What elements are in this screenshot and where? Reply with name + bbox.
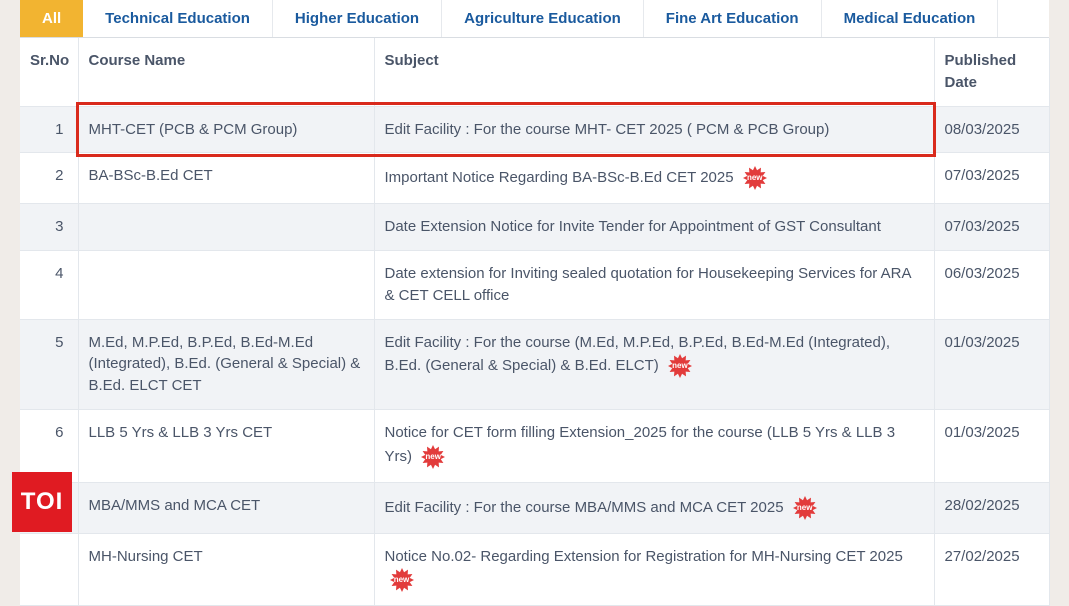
cell-sr: 4 <box>20 251 78 320</box>
cell-sr: 5 <box>20 319 78 409</box>
cell-date: 27/02/2025 <box>934 533 1049 606</box>
cell-date: 07/03/2025 <box>934 204 1049 251</box>
table-row[interactable]: MBA/MMS and MCA CET Edit Facility : For t… <box>20 482 1049 533</box>
col-course: Course Name <box>78 38 374 106</box>
table-row[interactable]: 3 Date Extension Notice for Invite Tender… <box>20 204 1049 251</box>
main-panel: AllTechnical EducationHigher EducationAg… <box>20 0 1049 606</box>
tab-agriculture-education[interactable]: Agriculture Education <box>442 0 644 37</box>
col-subject: Subject <box>374 38 934 106</box>
table-header-row: Sr.No Course Name Subject Published Date <box>20 38 1049 106</box>
new-icon: new <box>667 353 693 379</box>
subject-text: Edit Facility : For the course MBA/MMS a… <box>385 498 788 515</box>
table-wrap: Sr.No Course Name Subject Published Date… <box>20 38 1049 606</box>
subject-text: Edit Facility : For the course MHT- CET … <box>385 121 830 138</box>
tab-all[interactable]: All <box>20 0 83 37</box>
cell-subject: Date Extension Notice for Invite Tender … <box>374 204 934 251</box>
table-row[interactable]: 6LLB 5 Yrs & LLB 3 Yrs CETNotice for CET… <box>20 409 1049 482</box>
subject-text: Date extension for Inviting sealed quota… <box>385 265 911 304</box>
cell-subject: Edit Facility : For the course (M.Ed, M.… <box>374 319 934 409</box>
cell-course: LLB 5 Yrs & LLB 3 Yrs CET <box>78 409 374 482</box>
cell-subject: Edit Facility : For the course MHT- CET … <box>374 106 934 153</box>
table-row[interactable]: 4 Date extension for Inviting sealed quot… <box>20 251 1049 320</box>
cell-subject: Important Notice Regarding BA-BSc-B.Ed C… <box>374 153 934 204</box>
cell-subject: Date extension for Inviting sealed quota… <box>374 251 934 320</box>
subject-text: Notice No.02- Regarding Extension for Re… <box>385 548 903 565</box>
cell-date: 28/02/2025 <box>934 482 1049 533</box>
cell-sr: 1 <box>20 106 78 153</box>
tab-bar: AllTechnical EducationHigher EducationAg… <box>20 0 1049 38</box>
cell-course: MHT-CET (PCB & PCM Group) <box>78 106 374 153</box>
col-date: Published Date <box>934 38 1049 106</box>
cell-subject: Notice No.02- Regarding Extension for Re… <box>374 533 934 606</box>
cell-subject: Notice for CET form filling Extension_20… <box>374 409 934 482</box>
table-row[interactable]: 1MHT-CET (PCB & PCM Group) Edit Facility … <box>20 106 1049 153</box>
subject-text: Important Notice Regarding BA-BSc-B.Ed C… <box>385 169 738 186</box>
notices-table: Sr.No Course Name Subject Published Date… <box>20 38 1050 606</box>
col-sr: Sr.No <box>20 38 78 106</box>
tab-higher-education[interactable]: Higher Education <box>273 0 442 37</box>
toi-logo-text: TOI <box>21 488 64 516</box>
cell-course: MH-Nursing CET <box>78 533 374 606</box>
new-icon: new <box>420 444 446 470</box>
cell-date: 07/03/2025 <box>934 153 1049 204</box>
tab-medical-education[interactable]: Medical Education <box>822 0 999 37</box>
subject-text: Edit Facility : For the course (M.Ed, M.… <box>385 334 890 375</box>
cell-date: 01/03/2025 <box>934 319 1049 409</box>
new-icon: new <box>389 567 415 593</box>
cell-date: 08/03/2025 <box>934 106 1049 153</box>
cell-date: 01/03/2025 <box>934 409 1049 482</box>
tab-fine-art-education[interactable]: Fine Art Education <box>644 0 822 37</box>
cell-date: 06/03/2025 <box>934 251 1049 320</box>
cell-course <box>78 251 374 320</box>
tab-technical-education[interactable]: Technical Education <box>83 0 273 37</box>
cell-course: M.Ed, M.P.Ed, B.P.Ed, B.Ed-M.Ed (Integra… <box>78 319 374 409</box>
table-row[interactable]: 5M.Ed, M.P.Ed, B.P.Ed, B.Ed-M.Ed (Integr… <box>20 319 1049 409</box>
cell-sr: 3 <box>20 204 78 251</box>
toi-logo: TOI <box>12 472 72 532</box>
new-icon: new <box>792 495 818 521</box>
cell-sr <box>20 533 78 606</box>
table-row[interactable]: MH-Nursing CET Notice No.02- Regarding Ex… <box>20 533 1049 606</box>
cell-course: MBA/MMS and MCA CET <box>78 482 374 533</box>
cell-course: BA-BSc-B.Ed CET <box>78 153 374 204</box>
cell-subject: Edit Facility : For the course MBA/MMS a… <box>374 482 934 533</box>
cell-course <box>78 204 374 251</box>
cell-sr: 2 <box>20 153 78 204</box>
table-row[interactable]: 2BA-BSc-B.Ed CET Important Notice Regardi… <box>20 153 1049 204</box>
new-icon: new <box>742 165 768 191</box>
subject-text: Notice for CET form filling Extension_20… <box>385 424 896 465</box>
subject-text: Date Extension Notice for Invite Tender … <box>385 218 881 235</box>
